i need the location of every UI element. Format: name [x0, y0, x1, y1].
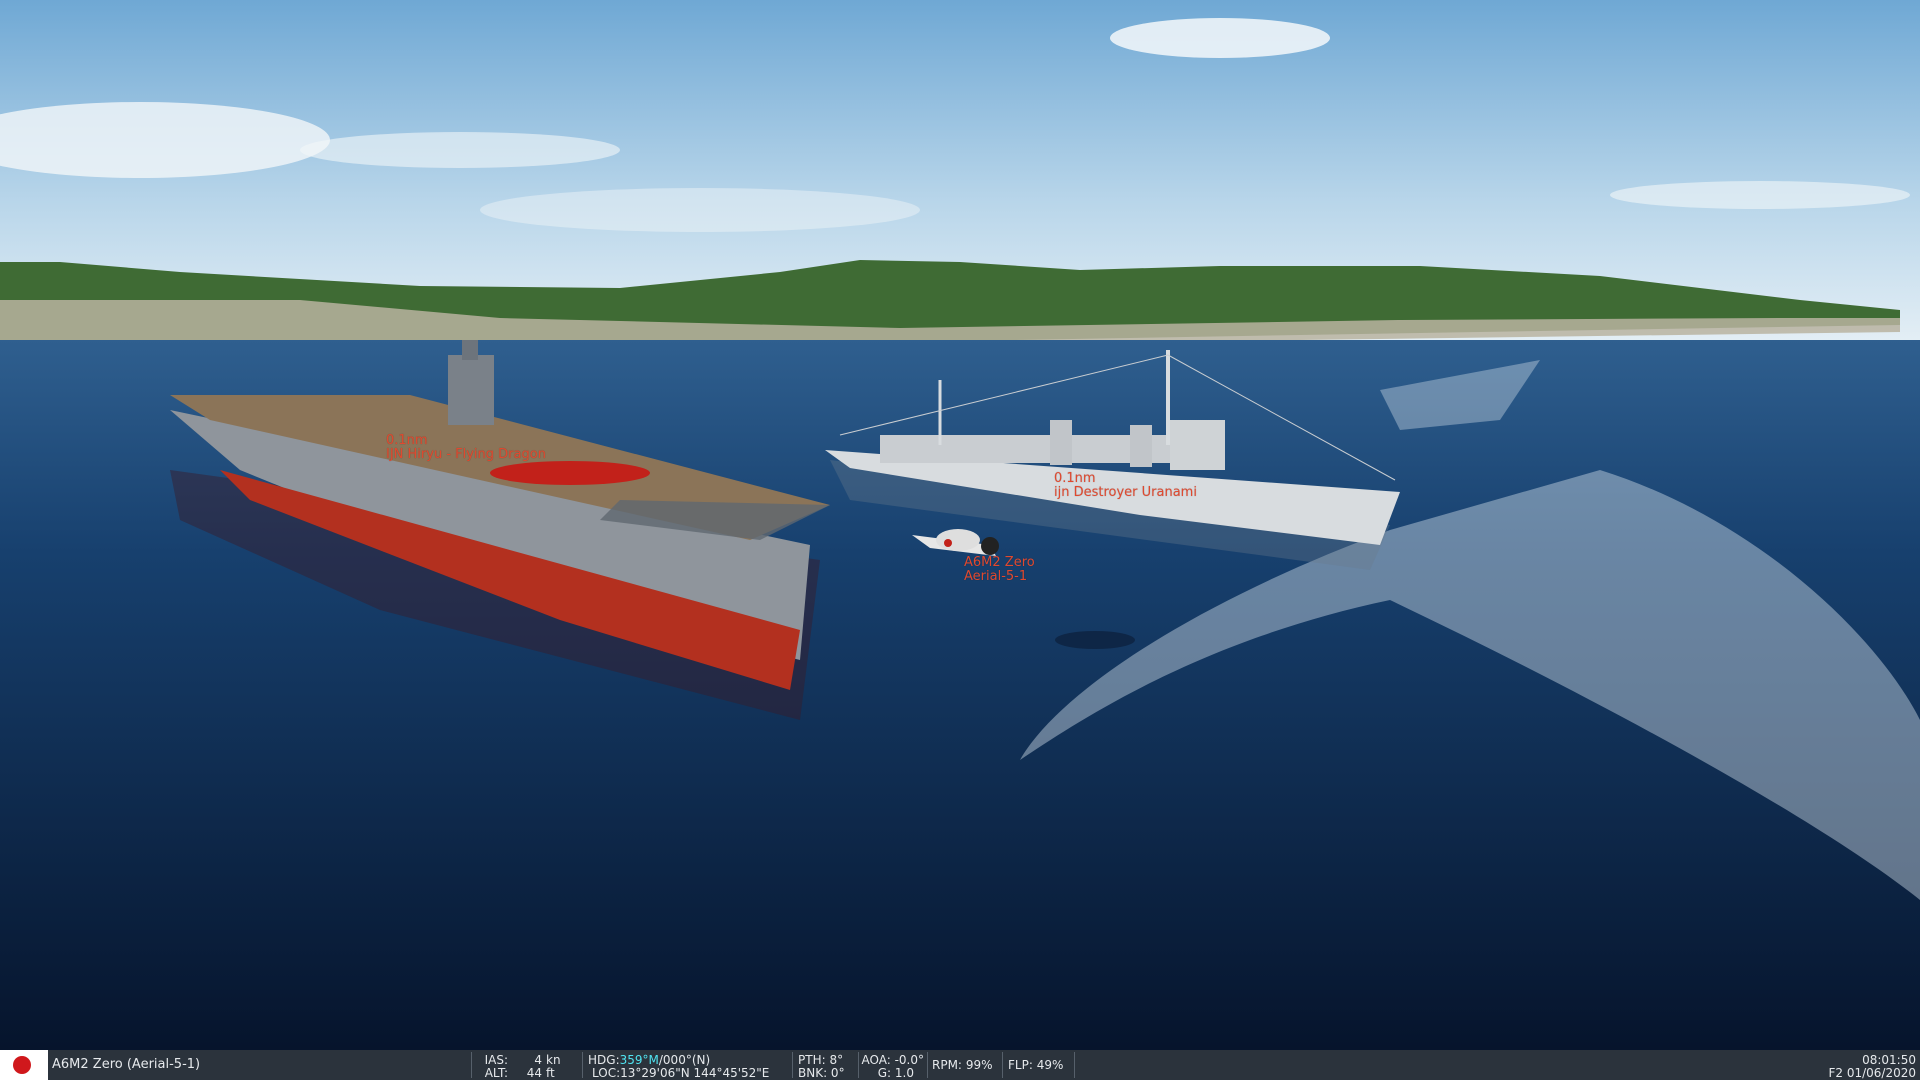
aircraft-hinomaru: [944, 539, 952, 547]
cloud: [1110, 18, 1330, 58]
aircraft-label-callsign: Aerial-5-1: [964, 569, 1028, 584]
status-bar: A6M2 Zero (Aerial-5-1) IAS: 4 kn ALT: 44…: [0, 1050, 1920, 1080]
destroyer-funnel: [1130, 425, 1152, 467]
bank-readout: BNK: 0°: [798, 1066, 845, 1080]
rpm-label: RPM:: [932, 1058, 962, 1072]
alt-unit: ft: [546, 1066, 555, 1080]
flap-readout: FLP: 49%: [1008, 1050, 1063, 1080]
aoa-readout: AOA: -0.0°: [861, 1053, 924, 1067]
mission-time: 08:01:50: [1862, 1053, 1916, 1067]
ias-value: 4: [534, 1053, 542, 1067]
carrier-name: IJN Hiryu - Flying Dragon: [386, 447, 546, 462]
loc-value: 13°29'06"N 144°45'52"E: [620, 1066, 770, 1080]
cloud: [480, 188, 920, 232]
cloud: [300, 132, 620, 168]
ias-label: IAS:: [484, 1053, 508, 1067]
aircraft-label-type: A6M2 Zero: [964, 555, 1035, 570]
pitch-readout: PTH: 8°: [798, 1053, 844, 1067]
mission-date: F2 01/06/2020: [1828, 1066, 1916, 1080]
location-readout: LOC:13°29'06"N 144°45'52"E: [592, 1066, 769, 1080]
cloud: [1610, 181, 1910, 209]
hdg-magnetic: 359°M: [619, 1053, 659, 1067]
carrier-island: [448, 355, 494, 425]
alt-value: 44: [526, 1066, 542, 1080]
hdg-true: /000°(N): [658, 1053, 711, 1067]
loc-label: LOC:: [592, 1066, 621, 1080]
destroyer-bridge: [1170, 420, 1225, 470]
destroyer-funnel: [1050, 420, 1072, 465]
hdg-label: HDG:: [588, 1053, 620, 1067]
destroyer-label: 0.1nm ijn Destroyer Uranami: [1054, 472, 1197, 500]
aircraft-name: A6M2 Zero (Aerial-5-1): [52, 1057, 201, 1072]
rpm-readout: RPM: 99%: [932, 1050, 992, 1080]
destroyer-distance: 0.1nm: [1054, 471, 1096, 486]
nation-flag-icon: [0, 1050, 48, 1080]
carrier-deck-hinomaru: [490, 461, 650, 485]
game-viewport: [0, 0, 1920, 1050]
aircraft-shadow: [1055, 631, 1135, 649]
alt-label: ALT:: [484, 1066, 508, 1080]
flp-value: 49%: [1036, 1058, 1064, 1072]
g-readout: G: 1.0: [877, 1066, 914, 1080]
destroyer-name: ijn Destroyer Uranami: [1054, 485, 1197, 500]
heading-readout: HDG:359°M/000°(N): [588, 1053, 710, 1067]
rpm-value: 99%: [965, 1058, 993, 1072]
flp-label: FLP:: [1008, 1058, 1033, 1072]
ias-unit: kn: [546, 1053, 561, 1067]
carrier-distance: 0.1nm: [386, 433, 428, 448]
aircraft-label: A6M2 Zero Aerial-5-1: [964, 556, 1035, 584]
carrier-label: 0.1nm IJN Hiryu - Flying Dragon: [386, 434, 546, 462]
